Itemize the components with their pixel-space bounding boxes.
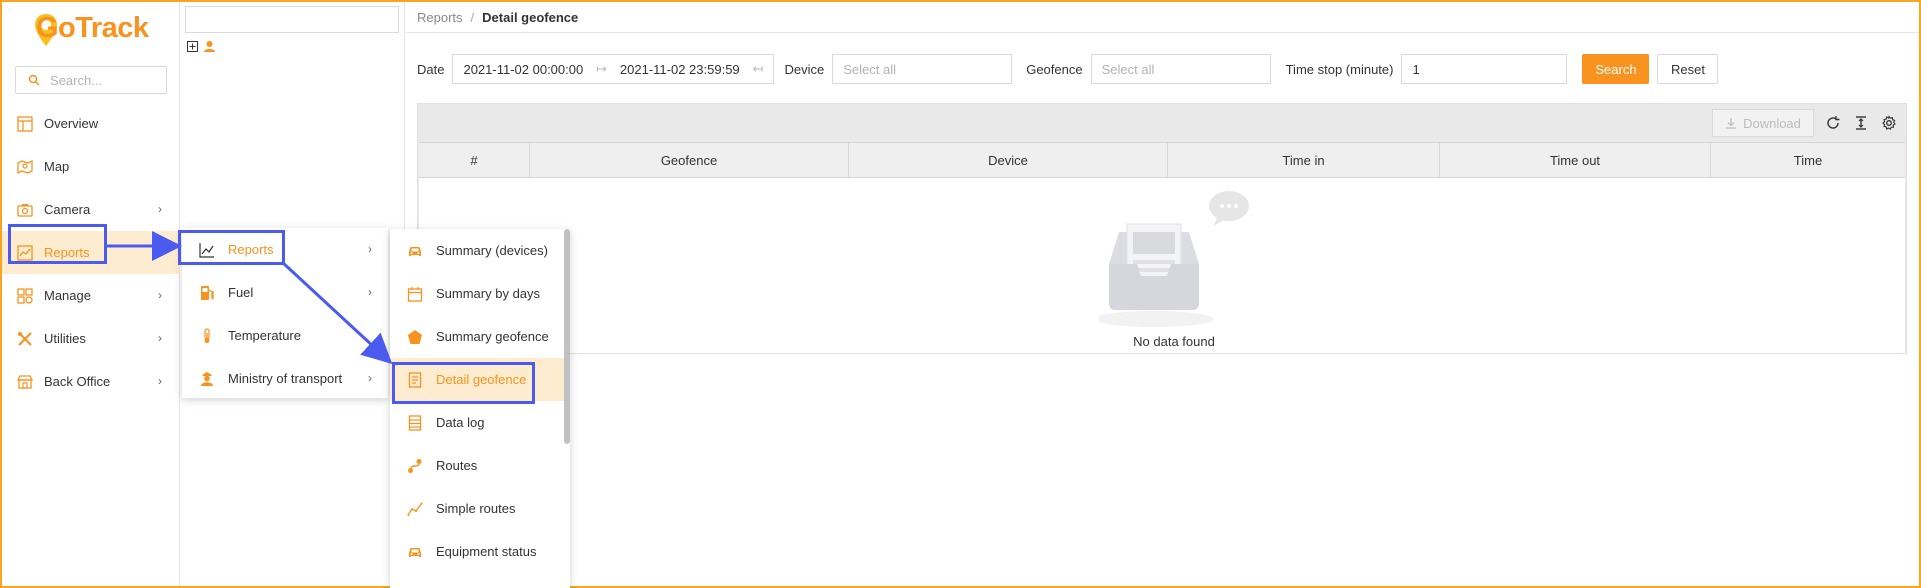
annotation-arrows — [107, 231, 393, 365]
